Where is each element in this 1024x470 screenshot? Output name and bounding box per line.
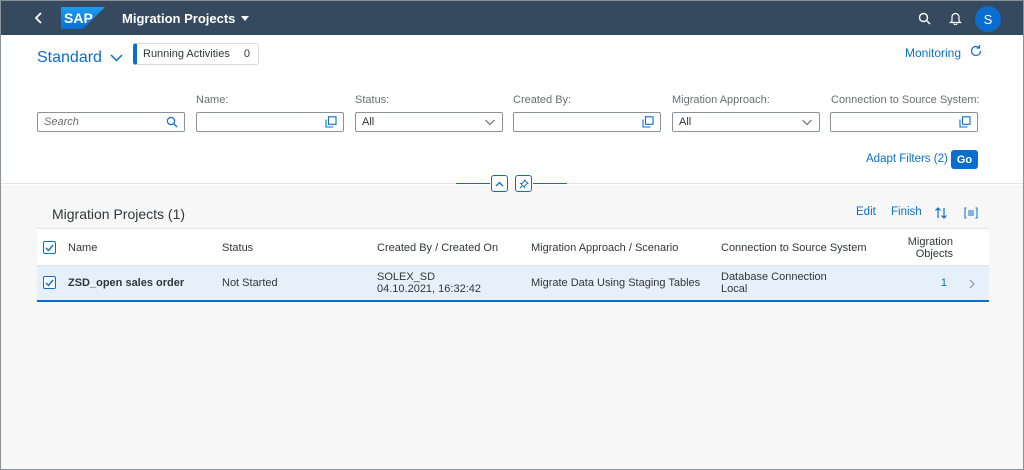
column-header-objects[interactable]: Migration Objects [901,236,953,260]
header-divider-left [1,183,456,184]
created-by-filter-input[interactable] [513,112,661,132]
name-filter-input[interactable] [196,112,344,132]
sap-logo[interactable]: SAP [61,7,105,29]
row-checkbox[interactable] [43,276,56,289]
column-header-name[interactable]: Name [68,242,97,254]
column-header-objects-line1: Migration [907,236,953,248]
status-filter-value: All [362,116,375,128]
variant-selector[interactable]: Standard [37,49,123,67]
connection-filter-input[interactable] [830,112,978,132]
user-avatar[interactable]: S [975,6,1001,32]
back-icon[interactable] [29,8,49,28]
row-created-by: SOLEX_SD [377,271,436,283]
adapt-filters-link[interactable]: Adapt Filters (2) [866,153,948,165]
search-placeholder: Search [44,116,79,128]
chevron-down-icon [802,119,812,126]
filter-header: Standard Running Activities 0 Monitoring… [1,35,1023,185]
migration-projects-table: Migration Projects (1) Edit Finish Name … [37,194,989,310]
running-activities-label: Running Activities [143,48,230,60]
row-created-on: 04.10.2021, 16:32:42 [377,283,481,295]
svg-text:SAP: SAP [64,10,93,26]
row-objects-link[interactable]: 1 [933,277,947,289]
app-title: Migration Projects [122,11,236,26]
column-header-connection[interactable]: Connection to Source System [721,242,867,254]
search-input[interactable]: Search [37,112,185,132]
bell-icon[interactable] [946,9,964,27]
created-by-filter-label: Created By: [513,94,572,106]
table-header: Name Status Created By / Created On Migr… [37,228,989,266]
chevron-up-icon [495,181,504,186]
running-activities-count: 0 [243,48,250,60]
table-title: Migration Projects (1) [52,206,186,222]
running-activities[interactable]: Running Activities 0 [133,43,259,65]
caret-down-icon [241,16,250,21]
header-divider-right [567,183,1023,184]
sort-icon[interactable] [933,205,949,221]
value-help-icon[interactable] [325,116,337,128]
row-connection-location: Local [721,283,748,295]
header-divider-accent-left [456,183,490,184]
chevron-right-icon[interactable] [969,278,977,289]
app-title-menu[interactable]: Migration Projects [122,11,250,26]
header-divider-accent-right [533,183,567,184]
column-header-status[interactable]: Status [222,242,253,254]
value-help-icon[interactable] [642,116,654,128]
monitoring-link[interactable]: Monitoring [905,46,961,60]
column-header-approach[interactable]: Migration Approach / Scenario [531,242,678,254]
name-filter-label: Name: [196,94,229,106]
go-button[interactable]: Go [951,150,978,169]
approach-filter-select[interactable]: All [672,112,820,132]
status-filter-label: Status: [355,94,390,106]
collapse-header-button[interactable] [491,175,508,192]
connection-filter-label: Connection to Source System: [831,94,980,106]
search-icon[interactable] [166,116,178,128]
chevron-down-icon [485,119,495,126]
row-status: Not Started [222,277,278,289]
chevron-down-icon [110,54,123,62]
column-header-created[interactable]: Created By / Created On [377,242,498,254]
variant-name: Standard [37,49,102,66]
column-header-objects-line2: Objects [915,248,953,260]
pin-header-button[interactable] [515,175,532,192]
shell-bar: SAP Migration Projects S [1,1,1023,35]
approach-filter-label: Migration Approach: [672,94,770,106]
checkmark-icon [45,279,54,287]
status-filter-select[interactable]: All [355,112,503,132]
row-approach: Migrate Data Using Staging Tables [531,277,701,289]
approach-filter-value: All [679,116,692,128]
row-name: ZSD_open sales order [68,277,185,289]
finish-button[interactable]: Finish [891,206,922,218]
checkmark-icon [45,244,54,252]
edit-button[interactable]: Edit [856,206,876,218]
avatar-initial: S [983,11,993,27]
row-connection-type: Database Connection [721,271,827,283]
pin-icon [518,178,529,189]
select-all-checkbox[interactable] [43,241,56,254]
value-help-icon[interactable] [959,116,971,128]
table-row[interactable]: ZSD_open sales order Not Started SOLEX_S… [37,266,989,302]
table-settings-icon[interactable] [963,205,979,221]
refresh-icon[interactable] [969,44,985,60]
search-icon[interactable] [915,9,933,27]
app-window: SAP Migration Projects S Standard Runnin… [0,0,1024,470]
